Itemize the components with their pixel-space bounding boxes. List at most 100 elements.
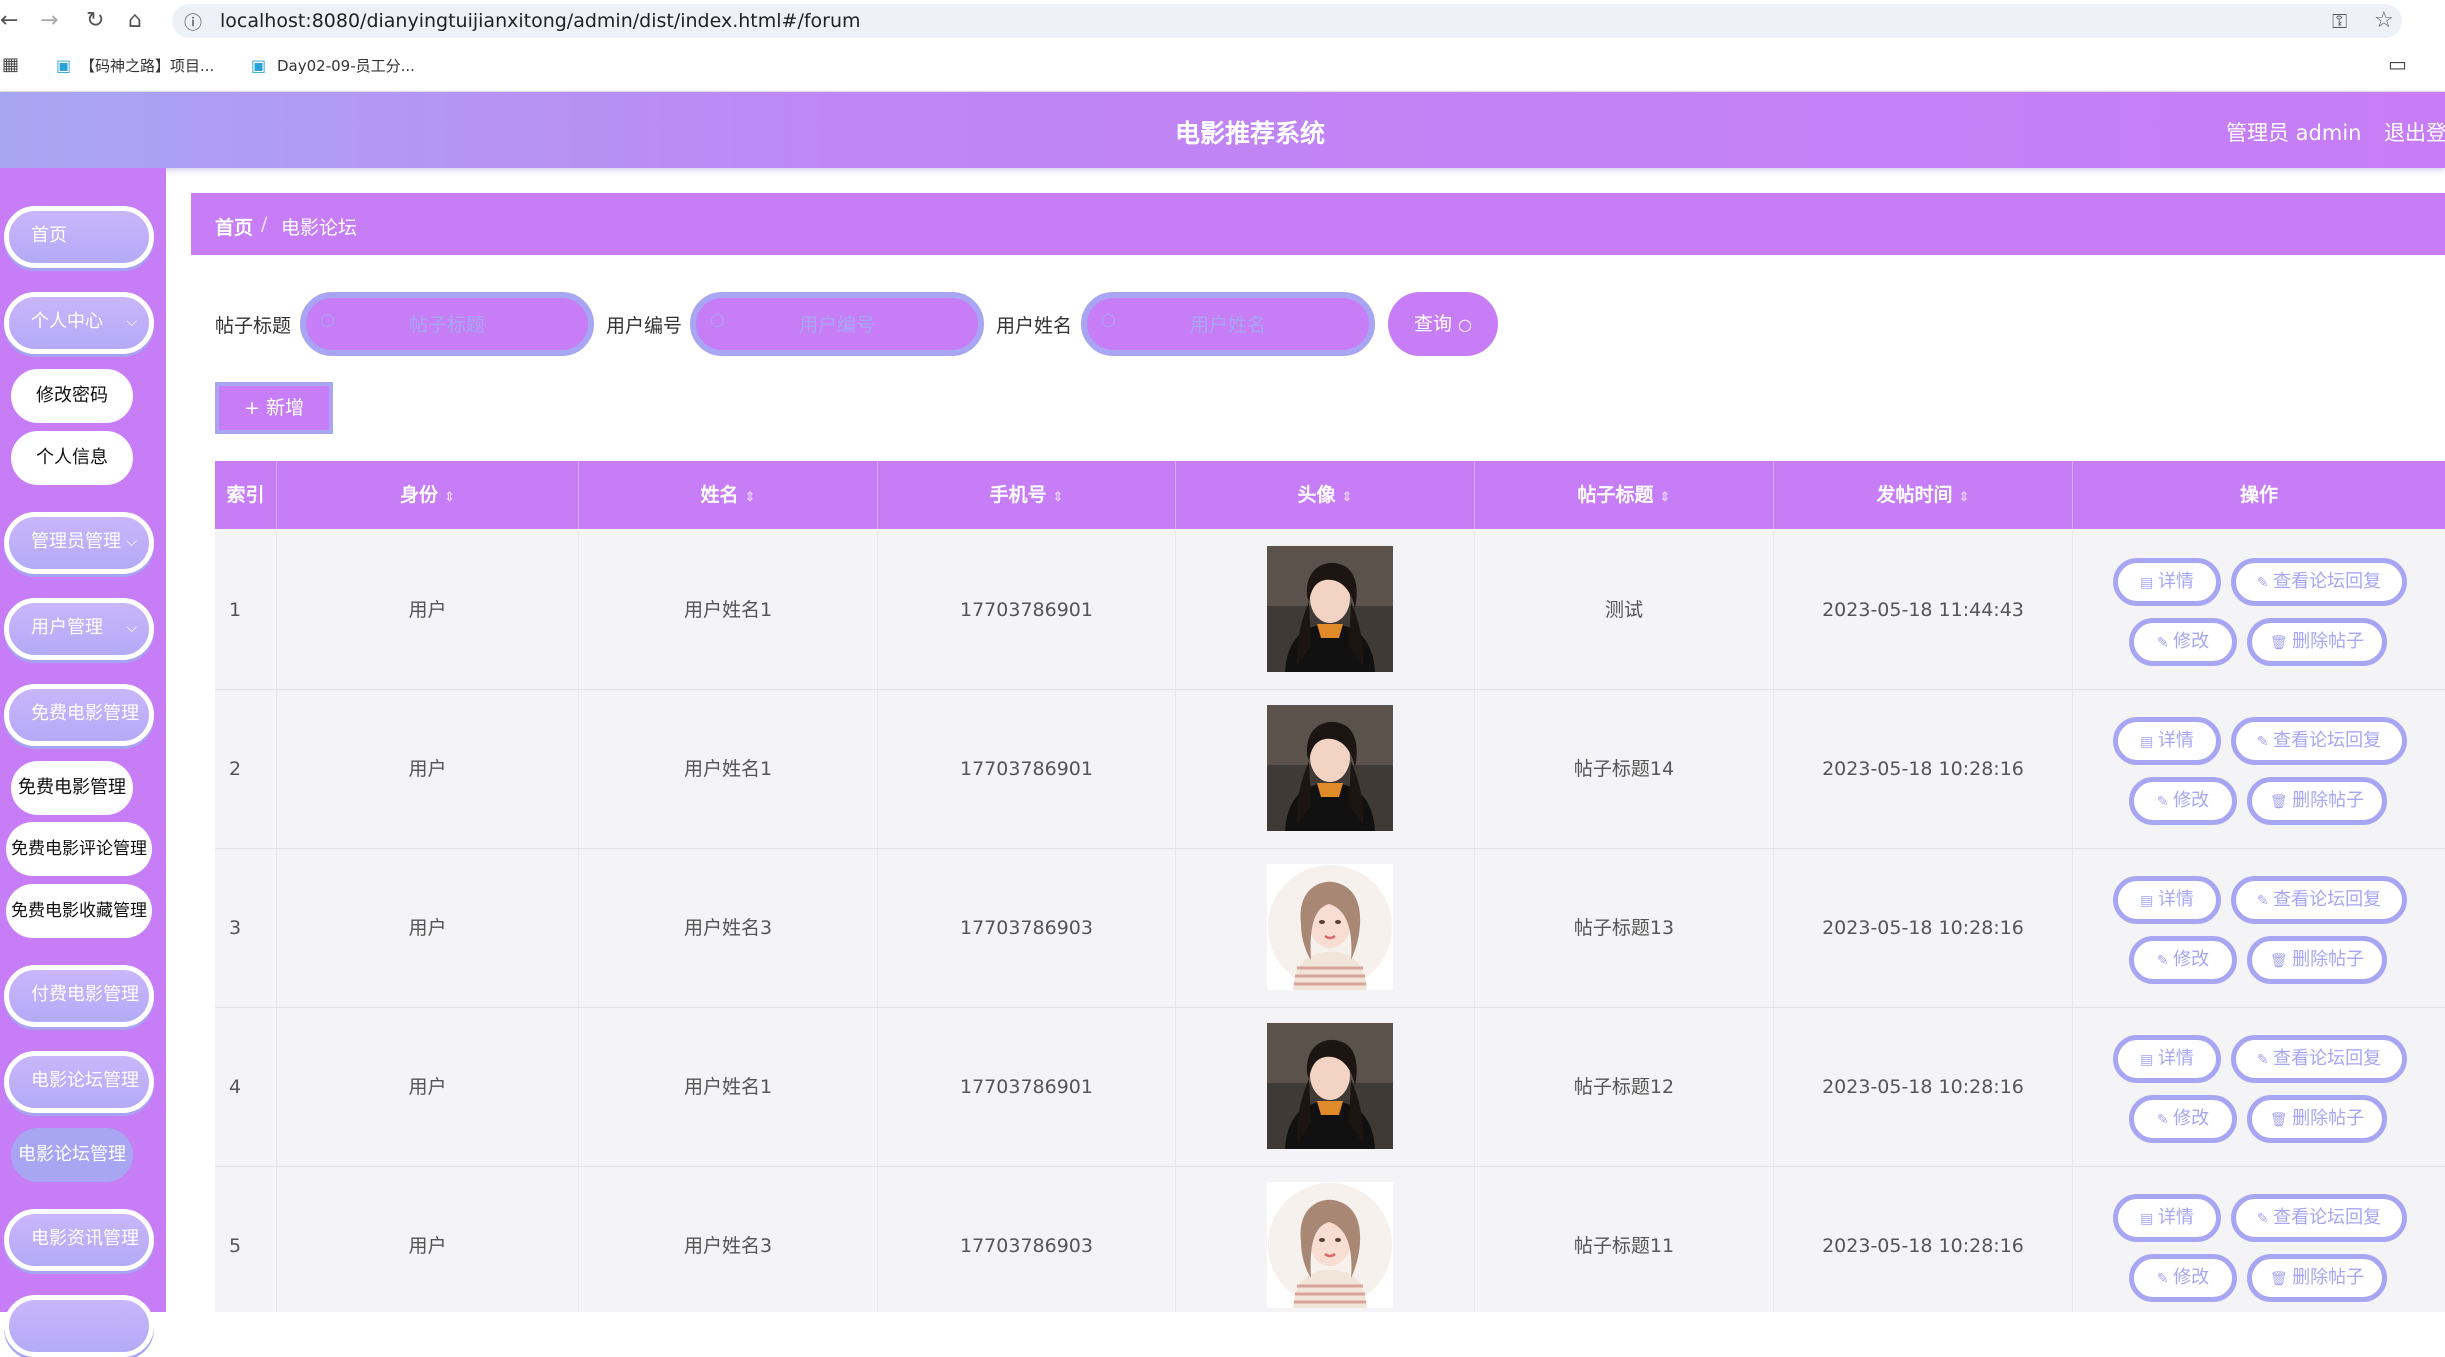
delete-button[interactable]: 🗑 删除帖子 xyxy=(2247,1254,2387,1302)
cell-post-time-text: 2023-05-18 11:44:43 xyxy=(1822,599,2024,621)
sidebar-subitem-forum[interactable]: 电影论坛管理 xyxy=(11,1128,133,1182)
forward-icon[interactable]: → xyxy=(40,6,58,36)
apps-grid-icon[interactable]: ▦ xyxy=(2,54,19,75)
sort-icon[interactable]: ⇕ xyxy=(745,490,756,505)
cell-phone: 17703786903 xyxy=(878,1167,1176,1312)
password-key-icon[interactable]: ⚿ xyxy=(2332,6,2347,36)
table-row: 1 用户 用户姓名1 17703786901 测试 2023-05-18 11:44:43… xyxy=(215,531,2445,690)
view-replies-button[interactable]: ✎ 查看论坛回复 xyxy=(2231,876,2407,924)
sidebar-item-user-management[interactable]: 用户管理 ⌵ xyxy=(4,598,154,660)
cell-index: 2 xyxy=(215,690,277,849)
trash-icon: 🗑 xyxy=(2269,635,2293,651)
view-replies-button[interactable]: ✎ 查看论坛回复 xyxy=(2231,717,2407,765)
logout-button[interactable]: 退出登 xyxy=(2384,117,2445,147)
view-replies-button[interactable]: ✎ 查看论坛回复 xyxy=(2231,1035,2407,1083)
detail-button[interactable]: ▤ 详情 xyxy=(2113,1194,2221,1242)
add-button[interactable]: + 新增 xyxy=(215,382,333,434)
sidebar-item-more[interactable] xyxy=(4,1295,154,1357)
bookmarks-folder-icon[interactable]: ▭ xyxy=(2388,52,2407,76)
app-header: 电影推荐系统 管理员 admin 退出登 xyxy=(0,92,2445,168)
delete-button[interactable]: 🗑 删除帖子 xyxy=(2247,777,2387,825)
column-header-post-time[interactable]: 发帖时间 ⇕ xyxy=(1774,461,2073,529)
column-header-avatar[interactable]: 头像 ⇕ xyxy=(1176,461,1475,529)
detail-button[interactable]: ▤ 详情 xyxy=(2113,717,2221,765)
delete-button[interactable]: 🗑 删除帖子 xyxy=(2247,618,2387,666)
cell-phone: 17703786901 xyxy=(878,690,1176,849)
search-user-no-label: 用户编号 xyxy=(606,315,683,337)
cell-avatar xyxy=(1176,1008,1475,1167)
edit-button[interactable]: ✎ 修改 xyxy=(2129,936,2237,984)
edit-icon: ✎ xyxy=(2156,794,2174,810)
bookmark-star-icon[interactable]: ☆ xyxy=(2374,6,2394,36)
search-title-input[interactable]: ○ 帖子标题 xyxy=(300,292,594,356)
bilibili-icon: ▣ xyxy=(56,56,72,75)
forum-table: 索引 身份 ⇕ 姓名 ⇕ 手机号 ⇕ 头像 ⇕ 帖子标题 ⇕ 发帖时间 ⇕ 操作 1 用户 用户… xyxy=(215,461,2445,1312)
cell-name-text: 用户姓名1 xyxy=(683,599,773,621)
edit-button[interactable]: ✎ 修改 xyxy=(2129,1095,2237,1143)
home-icon[interactable]: ⌂ xyxy=(128,6,142,36)
cell-post-title: 帖子标题12 xyxy=(1475,1008,1774,1167)
column-header-name[interactable]: 姓名 ⇕ xyxy=(579,461,878,529)
sidebar-item-forum-management[interactable]: 电影论坛管理 xyxy=(4,1051,154,1113)
edit-button[interactable]: ✎ 修改 xyxy=(2129,777,2237,825)
sidebar-item-news-management[interactable]: 电影资讯管理 xyxy=(4,1209,154,1271)
cell-index: 4 xyxy=(215,1008,277,1167)
view-replies-button[interactable]: ✎ 查看论坛回复 xyxy=(2231,1194,2407,1242)
sidebar-item-label: 首页 xyxy=(31,225,67,246)
delete-button[interactable]: 🗑 删除帖子 xyxy=(2247,936,2387,984)
column-header-identity[interactable]: 身份 ⇕ xyxy=(277,461,579,529)
cell-index: 3 xyxy=(215,849,277,1008)
reload-icon[interactable]: ↻ xyxy=(86,6,104,36)
delete-button[interactable]: 🗑 删除帖子 xyxy=(2247,1095,2387,1143)
sidebar-item-personal-center[interactable]: 个人中心 ⌵ xyxy=(4,292,154,354)
detail-button[interactable]: ▤ 详情 xyxy=(2113,1035,2221,1083)
sidebar-subitem-free-movie[interactable]: 免费电影管理 xyxy=(11,761,133,815)
query-button[interactable]: 查询 ○ xyxy=(1388,292,1498,356)
column-header-phone[interactable]: 手机号 ⇕ xyxy=(878,461,1176,529)
sidebar-subitem-free-movie-comments[interactable]: 免费电影评论管理 xyxy=(6,822,152,876)
sidebar-item-home[interactable]: 首页 xyxy=(4,206,154,268)
edit-button-label: 修改 xyxy=(2173,1108,2210,1129)
back-icon[interactable]: ← xyxy=(0,6,18,36)
cell-post-title: 测试 xyxy=(1475,531,1774,690)
edit-button[interactable]: ✎ 修改 xyxy=(2129,1254,2237,1302)
table-row: 5 用户 用户姓名3 17703786903 帖子标题11 2023-05-18 10:2… xyxy=(215,1167,2445,1312)
sidebar-item-admin-management[interactable]: 管理员管理 ⌵ xyxy=(4,512,154,574)
site-info-icon[interactable]: ⓘ xyxy=(184,9,202,35)
sort-icon[interactable]: ⇕ xyxy=(1053,490,1064,505)
sidebar-item-free-movie-management[interactable]: 免费电影管理 xyxy=(4,684,154,746)
sidebar-subitem-personal-info[interactable]: 个人信息 xyxy=(11,431,133,485)
detail-button[interactable]: ▤ 详情 xyxy=(2113,558,2221,606)
sort-icon[interactable]: ⇕ xyxy=(1342,490,1353,505)
edit-icon: ✎ xyxy=(2256,1211,2274,1227)
sidebar-item-paid-movie-management[interactable]: 付费电影管理 xyxy=(4,965,154,1027)
breadcrumb-home[interactable]: 首页 xyxy=(215,213,253,240)
sidebar-item-label: 电影资讯管理 xyxy=(31,1228,139,1249)
cell-name: 用户姓名3 xyxy=(579,1167,878,1312)
detail-button-label: 详情 xyxy=(2157,571,2194,592)
chevron-down-icon: ⌵ xyxy=(126,534,137,550)
edit-button[interactable]: ✎ 修改 xyxy=(2129,618,2237,666)
bookmark-item[interactable]: 【码神之路】项目... xyxy=(80,56,214,76)
sidebar-subitem-change-password[interactable]: 修改密码 xyxy=(11,369,133,423)
sort-icon[interactable]: ⇕ xyxy=(444,490,455,505)
view-replies-button-label: 查看论坛回复 xyxy=(2273,730,2382,751)
detail-button-label: 详情 xyxy=(2157,1207,2194,1228)
detail-button[interactable]: ▤ 详情 xyxy=(2113,876,2221,924)
view-replies-button[interactable]: ✎ 查看论坛回复 xyxy=(2231,558,2407,606)
edit-icon: ✎ xyxy=(2156,635,2174,651)
cell-name-text: 用户姓名3 xyxy=(683,1235,773,1257)
sort-icon[interactable]: ⇕ xyxy=(1660,490,1671,505)
avatar xyxy=(1267,864,1393,990)
detail-button-label: 详情 xyxy=(2157,730,2194,751)
cell-name-text: 用户姓名1 xyxy=(683,1076,773,1098)
bookmark-item[interactable]: Day02-09-员工分... xyxy=(277,56,415,76)
cell-post-time-text: 2023-05-18 10:28:16 xyxy=(1822,1076,2024,1098)
column-header-post-title[interactable]: 帖子标题 ⇕ xyxy=(1475,461,1774,529)
cell-post-time: 2023-05-18 10:28:16 xyxy=(1774,849,2073,1008)
search-user-name-input[interactable]: ○ 用户姓名 xyxy=(1081,292,1375,356)
sidebar-subitem-free-movie-favorites[interactable]: 免费电影收藏管理 xyxy=(6,884,152,938)
cell-name: 用户姓名1 xyxy=(579,1008,878,1167)
sort-icon[interactable]: ⇕ xyxy=(1959,490,1970,505)
search-user-no-input[interactable]: ○ 用户编号 xyxy=(690,292,984,356)
